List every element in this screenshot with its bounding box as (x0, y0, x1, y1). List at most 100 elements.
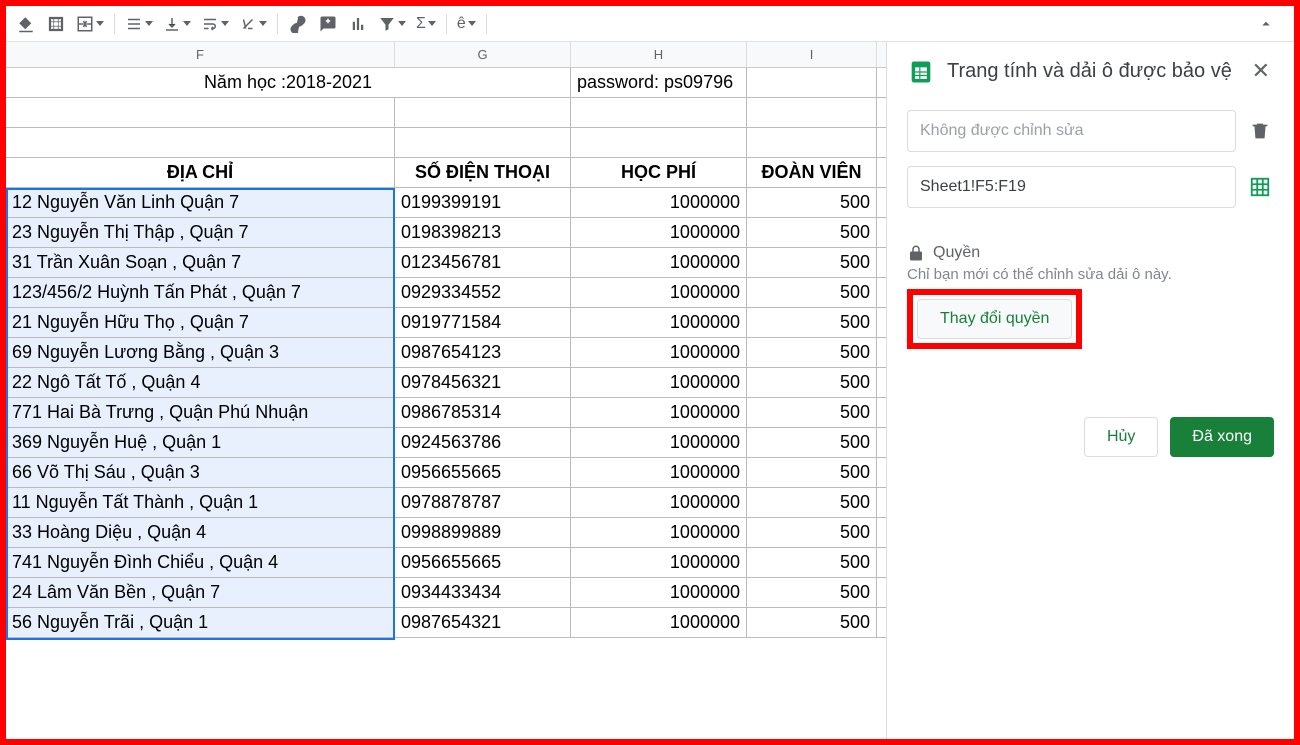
cell-member[interactable]: 500 (747, 488, 877, 517)
cell-member[interactable]: 500 (747, 188, 877, 217)
wrap-text-button[interactable] (197, 10, 233, 38)
cell-fee[interactable]: 1000000 (571, 308, 747, 337)
cell-address[interactable]: 31 Trần Xuân Soạn , Quận 7 (6, 248, 395, 277)
cell-phone[interactable]: 0956655665 (395, 548, 571, 577)
done-button[interactable]: Đã xong (1170, 417, 1274, 457)
table-row: 21 Nguyễn Hữu Thọ , Quận 709197715841000… (6, 308, 886, 338)
cell-fee[interactable]: 1000000 (571, 578, 747, 607)
cell-address[interactable]: 741 Nguyễn Đình Chiểu , Quận 4 (6, 548, 395, 577)
cell-address[interactable]: 69 Nguyễn Lương Bằng , Quận 3 (6, 338, 395, 367)
range-input[interactable]: Sheet1!F5:F19 (907, 166, 1236, 208)
insert-comment-icon[interactable] (314, 10, 342, 38)
cell-phone[interactable]: 0978878787 (395, 488, 571, 517)
cell-address[interactable]: 23 Nguyễn Thị Thập , Quận 7 (6, 218, 395, 247)
cell-phone[interactable]: 0929334552 (395, 278, 571, 307)
cell-fee[interactable]: 1000000 (571, 428, 747, 457)
insert-chart-icon[interactable] (344, 10, 372, 38)
cell-member[interactable]: 500 (747, 368, 877, 397)
delete-icon[interactable] (1246, 117, 1274, 145)
cell-address[interactable]: 33 Hoàng Diệu , Quận 4 (6, 518, 395, 547)
cell-member[interactable]: 500 (747, 548, 877, 577)
blank-row (6, 128, 886, 158)
cell-fee[interactable]: 1000000 (571, 488, 747, 517)
cell-member[interactable]: 500 (747, 518, 877, 547)
cell-address[interactable]: 24 Lâm Văn Bền , Quận 7 (6, 578, 395, 607)
cell-phone[interactable]: 0998899889 (395, 518, 571, 547)
cell-address[interactable]: 56 Nguyễn Trãi , Quận 1 (6, 608, 395, 637)
cell-member[interactable]: 500 (747, 338, 877, 367)
cancel-button[interactable]: Hủy (1084, 417, 1158, 457)
cell-fee[interactable]: 1000000 (571, 398, 747, 427)
cell-empty[interactable] (747, 68, 877, 97)
cell-fee[interactable]: 1000000 (571, 518, 747, 547)
close-icon[interactable]: ✕ (1248, 58, 1274, 84)
header-member[interactable]: ĐOÀN VIÊN (747, 158, 877, 187)
cell-password[interactable]: password: ps09796 (571, 68, 747, 97)
select-range-icon[interactable] (1246, 173, 1274, 201)
cell-member[interactable]: 500 (747, 458, 877, 487)
insert-link-icon[interactable] (284, 10, 312, 38)
protect-range-panel: Trang tính và dải ô được bảo vệ ✕ Không … (886, 42, 1294, 739)
borders-icon[interactable] (42, 10, 70, 38)
spreadsheet-grid[interactable]: F G H I Năm học :2018-2021 password: ps0… (6, 42, 886, 739)
header-fee[interactable]: HỌC PHÍ (571, 158, 747, 187)
cell-member[interactable]: 500 (747, 278, 877, 307)
functions-button[interactable]: Σ (412, 10, 440, 38)
cell-year[interactable]: Năm học :2018-2021 (6, 68, 571, 97)
merge-cells-button[interactable] (72, 10, 108, 38)
cell-fee[interactable]: 1000000 (571, 368, 747, 397)
cell-member[interactable]: 500 (747, 398, 877, 427)
text-rotation-button[interactable] (235, 10, 271, 38)
col-header-H[interactable]: H (571, 42, 747, 67)
cell-fee[interactable]: 1000000 (571, 248, 747, 277)
permissions-description: Chỉ bạn mới có thể chỉnh sửa dải ô này. (907, 266, 1274, 283)
cell-fee[interactable]: 1000000 (571, 188, 747, 217)
cell-address[interactable]: 123/456/2 Huỳnh Tấn Phát , Quận 7 (6, 278, 395, 307)
filter-button[interactable] (374, 10, 410, 38)
change-permissions-button[interactable]: Thay đổi quyền (917, 299, 1072, 339)
cell-phone[interactable]: 0978456321 (395, 368, 571, 397)
cell-member[interactable]: 500 (747, 578, 877, 607)
cell-member[interactable]: 500 (747, 308, 877, 337)
h-align-button[interactable] (121, 10, 157, 38)
cell-phone[interactable]: 0199399191 (395, 188, 571, 217)
cell-address[interactable]: 12 Nguyễn Văn Linh Quận 7 (6, 188, 395, 217)
cell-address[interactable]: 22 Ngô Tất Tố , Quận 4 (6, 368, 395, 397)
cell-fee[interactable]: 1000000 (571, 218, 747, 247)
cell-phone[interactable]: 0987654321 (395, 608, 571, 637)
cell-fee[interactable]: 1000000 (571, 278, 747, 307)
header-address[interactable]: ĐỊA CHỈ (6, 158, 395, 187)
cell-phone[interactable]: 0986785314 (395, 398, 571, 427)
cell-phone[interactable]: 0123456781 (395, 248, 571, 277)
v-align-button[interactable] (159, 10, 195, 38)
cell-address[interactable]: 11 Nguyễn Tất Thành , Quận 1 (6, 488, 395, 517)
cell-address[interactable]: 771 Hai Bà Trưng , Quận Phú Nhuận (6, 398, 395, 427)
cell-member[interactable]: 500 (747, 218, 877, 247)
cell-phone[interactable]: 0924563786 (395, 428, 571, 457)
cell-phone[interactable]: 0956655665 (395, 458, 571, 487)
description-input[interactable]: Không được chỉnh sửa (907, 110, 1236, 152)
col-header-G[interactable]: G (395, 42, 571, 67)
cell-address[interactable]: 369 Nguyễn Huệ , Quận 1 (6, 428, 395, 457)
col-header-I[interactable]: I (747, 42, 877, 67)
cell-address[interactable]: 66 Võ Thị Sáu , Quận 3 (6, 458, 395, 487)
cell-fee[interactable]: 1000000 (571, 548, 747, 577)
fill-color-icon[interactable] (12, 10, 40, 38)
col-header-F[interactable]: F (6, 42, 395, 67)
cell-address[interactable]: 21 Nguyễn Hữu Thọ , Quận 7 (6, 308, 395, 337)
cell-phone[interactable]: 0934433434 (395, 578, 571, 607)
cell-phone[interactable]: 0987654123 (395, 338, 571, 367)
cell-member[interactable]: 500 (747, 608, 877, 637)
cell-fee[interactable]: 1000000 (571, 338, 747, 367)
cell-fee[interactable]: 1000000 (571, 608, 747, 637)
cell-phone[interactable]: 0919771584 (395, 308, 571, 337)
collapse-toolbar-icon[interactable] (1252, 10, 1280, 38)
header-phone[interactable]: SỐ ĐIỆN THOẠI (395, 158, 571, 187)
permissions-heading: Quyền (907, 244, 1274, 262)
input-tools-button[interactable]: ê (453, 10, 480, 38)
table-row: 123/456/2 Huỳnh Tấn Phát , Quận 70929334… (6, 278, 886, 308)
cell-phone[interactable]: 0198398213 (395, 218, 571, 247)
cell-member[interactable]: 500 (747, 248, 877, 277)
cell-fee[interactable]: 1000000 (571, 458, 747, 487)
cell-member[interactable]: 500 (747, 428, 877, 457)
